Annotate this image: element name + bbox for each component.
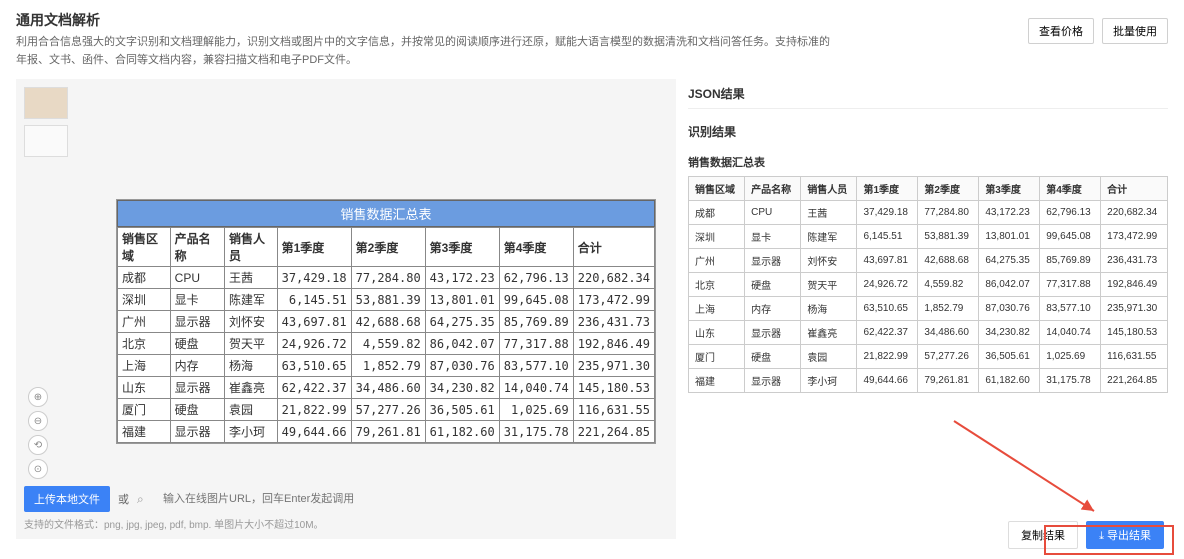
table-header: 销售区域 xyxy=(118,228,171,267)
table-row: 深圳显卡陈建军6,145.5153,881.3913,801.0199,645.… xyxy=(118,289,655,311)
table-header: 产品名称 xyxy=(170,228,224,267)
json-result-title: JSON结果 xyxy=(688,79,1168,109)
preview-panel: 销售数据汇总表 销售区域产品名称销售人员第1季度第2季度第3季度第4季度合计 成… xyxy=(16,79,676,539)
preview-table-title: 销售数据汇总表 xyxy=(117,200,655,227)
table-row: 山东显示器崔鑫亮62,422.3734,486.6034,230.8214,04… xyxy=(118,377,655,399)
table-header: 产品名称 xyxy=(745,177,801,201)
table-row: 成都CPU王茜37,429.1877,284.8043,172.2362,796… xyxy=(689,201,1168,225)
recognition-result-title: 识别结果 xyxy=(688,117,1168,146)
page-description: 利用合合信息强大的文字识别和文档理解能力，识别文档或图片中的文字信息，并按常见的… xyxy=(16,34,836,69)
export-result-button[interactable]: ⤓ 导出结果 xyxy=(1086,521,1164,549)
table-row: 深圳显卡陈建军6,145.5153,881.3913,801.0199,645.… xyxy=(689,225,1168,249)
download-icon: ⤓ xyxy=(1099,530,1104,542)
table-header: 第2季度 xyxy=(351,228,425,267)
table-header: 第3季度 xyxy=(979,177,1040,201)
table-row: 山东显示器崔鑫亮62,422.3734,486.6034,230.8214,04… xyxy=(689,321,1168,345)
table-row: 上海内存杨海63,510.651,852.7987,030.7683,577.1… xyxy=(689,297,1168,321)
url-input[interactable] xyxy=(159,489,668,509)
json-result-panel: JSON结果 识别结果 销售数据汇总表 销售区域产品名称销售人员第1季度第2季度… xyxy=(688,79,1168,539)
table-header: 第1季度 xyxy=(857,177,918,201)
table-row: 福建显示器李小珂49,644.6679,261.8161,182.6031,17… xyxy=(118,421,655,443)
view-price-button[interactable]: 查看价格 xyxy=(1028,18,1094,44)
table-row: 北京硬盘贺天平24,926.724,559.8286,042.0777,317.… xyxy=(689,273,1168,297)
result-table: 销售区域产品名称销售人员第1季度第2季度第3季度第4季度合计 成都CPU王茜37… xyxy=(688,176,1168,393)
upload-file-button[interactable]: 上传本地文件 xyxy=(24,486,110,512)
or-separator: 或 xyxy=(118,491,129,507)
thumbnail-1[interactable] xyxy=(24,87,68,119)
table-header: 第3季度 xyxy=(425,228,499,267)
table-header: 第4季度 xyxy=(499,228,573,267)
page-title: 通用文档解析 xyxy=(16,10,836,30)
format-hint: 支持的文件格式：png, jpg, jpeg, pdf, bmp. 单图片大小不… xyxy=(24,516,668,531)
table-row: 北京硬盘贺天平24,926.724,559.8286,042.0777,317.… xyxy=(118,333,655,355)
result-table-caption: 销售数据汇总表 xyxy=(688,154,1168,170)
table-row: 福建显示器李小珂49,644.6679,261.8161,182.6031,17… xyxy=(689,369,1168,393)
fit-icon[interactable]: ⊙ xyxy=(28,459,48,479)
batch-use-button[interactable]: 批量使用 xyxy=(1102,18,1168,44)
table-header: 第2季度 xyxy=(918,177,979,201)
search-icon: ⌕ xyxy=(137,492,151,506)
table-header: 销售人员 xyxy=(801,177,857,201)
preview-table: 销售区域产品名称销售人员第1季度第2季度第3季度第4季度合计 成都CPU王茜37… xyxy=(117,227,655,443)
table-header: 合计 xyxy=(1101,177,1168,201)
table-header: 第1季度 xyxy=(277,228,351,267)
table-header: 合计 xyxy=(573,228,654,267)
table-header: 销售人员 xyxy=(224,228,277,267)
thumbnail-2[interactable] xyxy=(24,125,68,157)
zoom-out-icon[interactable]: ⊖ xyxy=(28,411,48,431)
table-row: 广州显示器刘怀安43,697.8142,688.6864,275.3585,76… xyxy=(689,249,1168,273)
table-row: 上海内存杨海63,510.651,852.7987,030.7683,577.1… xyxy=(118,355,655,377)
table-row: 厦门硬盘袁园21,822.9957,277.2636,505.611,025.6… xyxy=(689,345,1168,369)
zoom-in-icon[interactable]: ⊕ xyxy=(28,387,48,407)
table-header: 销售区域 xyxy=(689,177,745,201)
table-row: 成都CPU王茜37,429.1877,284.8043,172.2362,796… xyxy=(118,267,655,289)
document-preview: 销售数据汇总表 销售区域产品名称销售人员第1季度第2季度第3季度第4季度合计 成… xyxy=(116,199,656,444)
table-row: 广州显示器刘怀安43,697.8142,688.6864,275.3585,76… xyxy=(118,311,655,333)
copy-result-button[interactable]: 复制结果 xyxy=(1008,521,1078,549)
rotate-icon[interactable]: ⟲ xyxy=(28,435,48,455)
table-row: 厦门硬盘袁园21,822.9957,277.2636,505.611,025.6… xyxy=(118,399,655,421)
table-header: 第4季度 xyxy=(1040,177,1101,201)
